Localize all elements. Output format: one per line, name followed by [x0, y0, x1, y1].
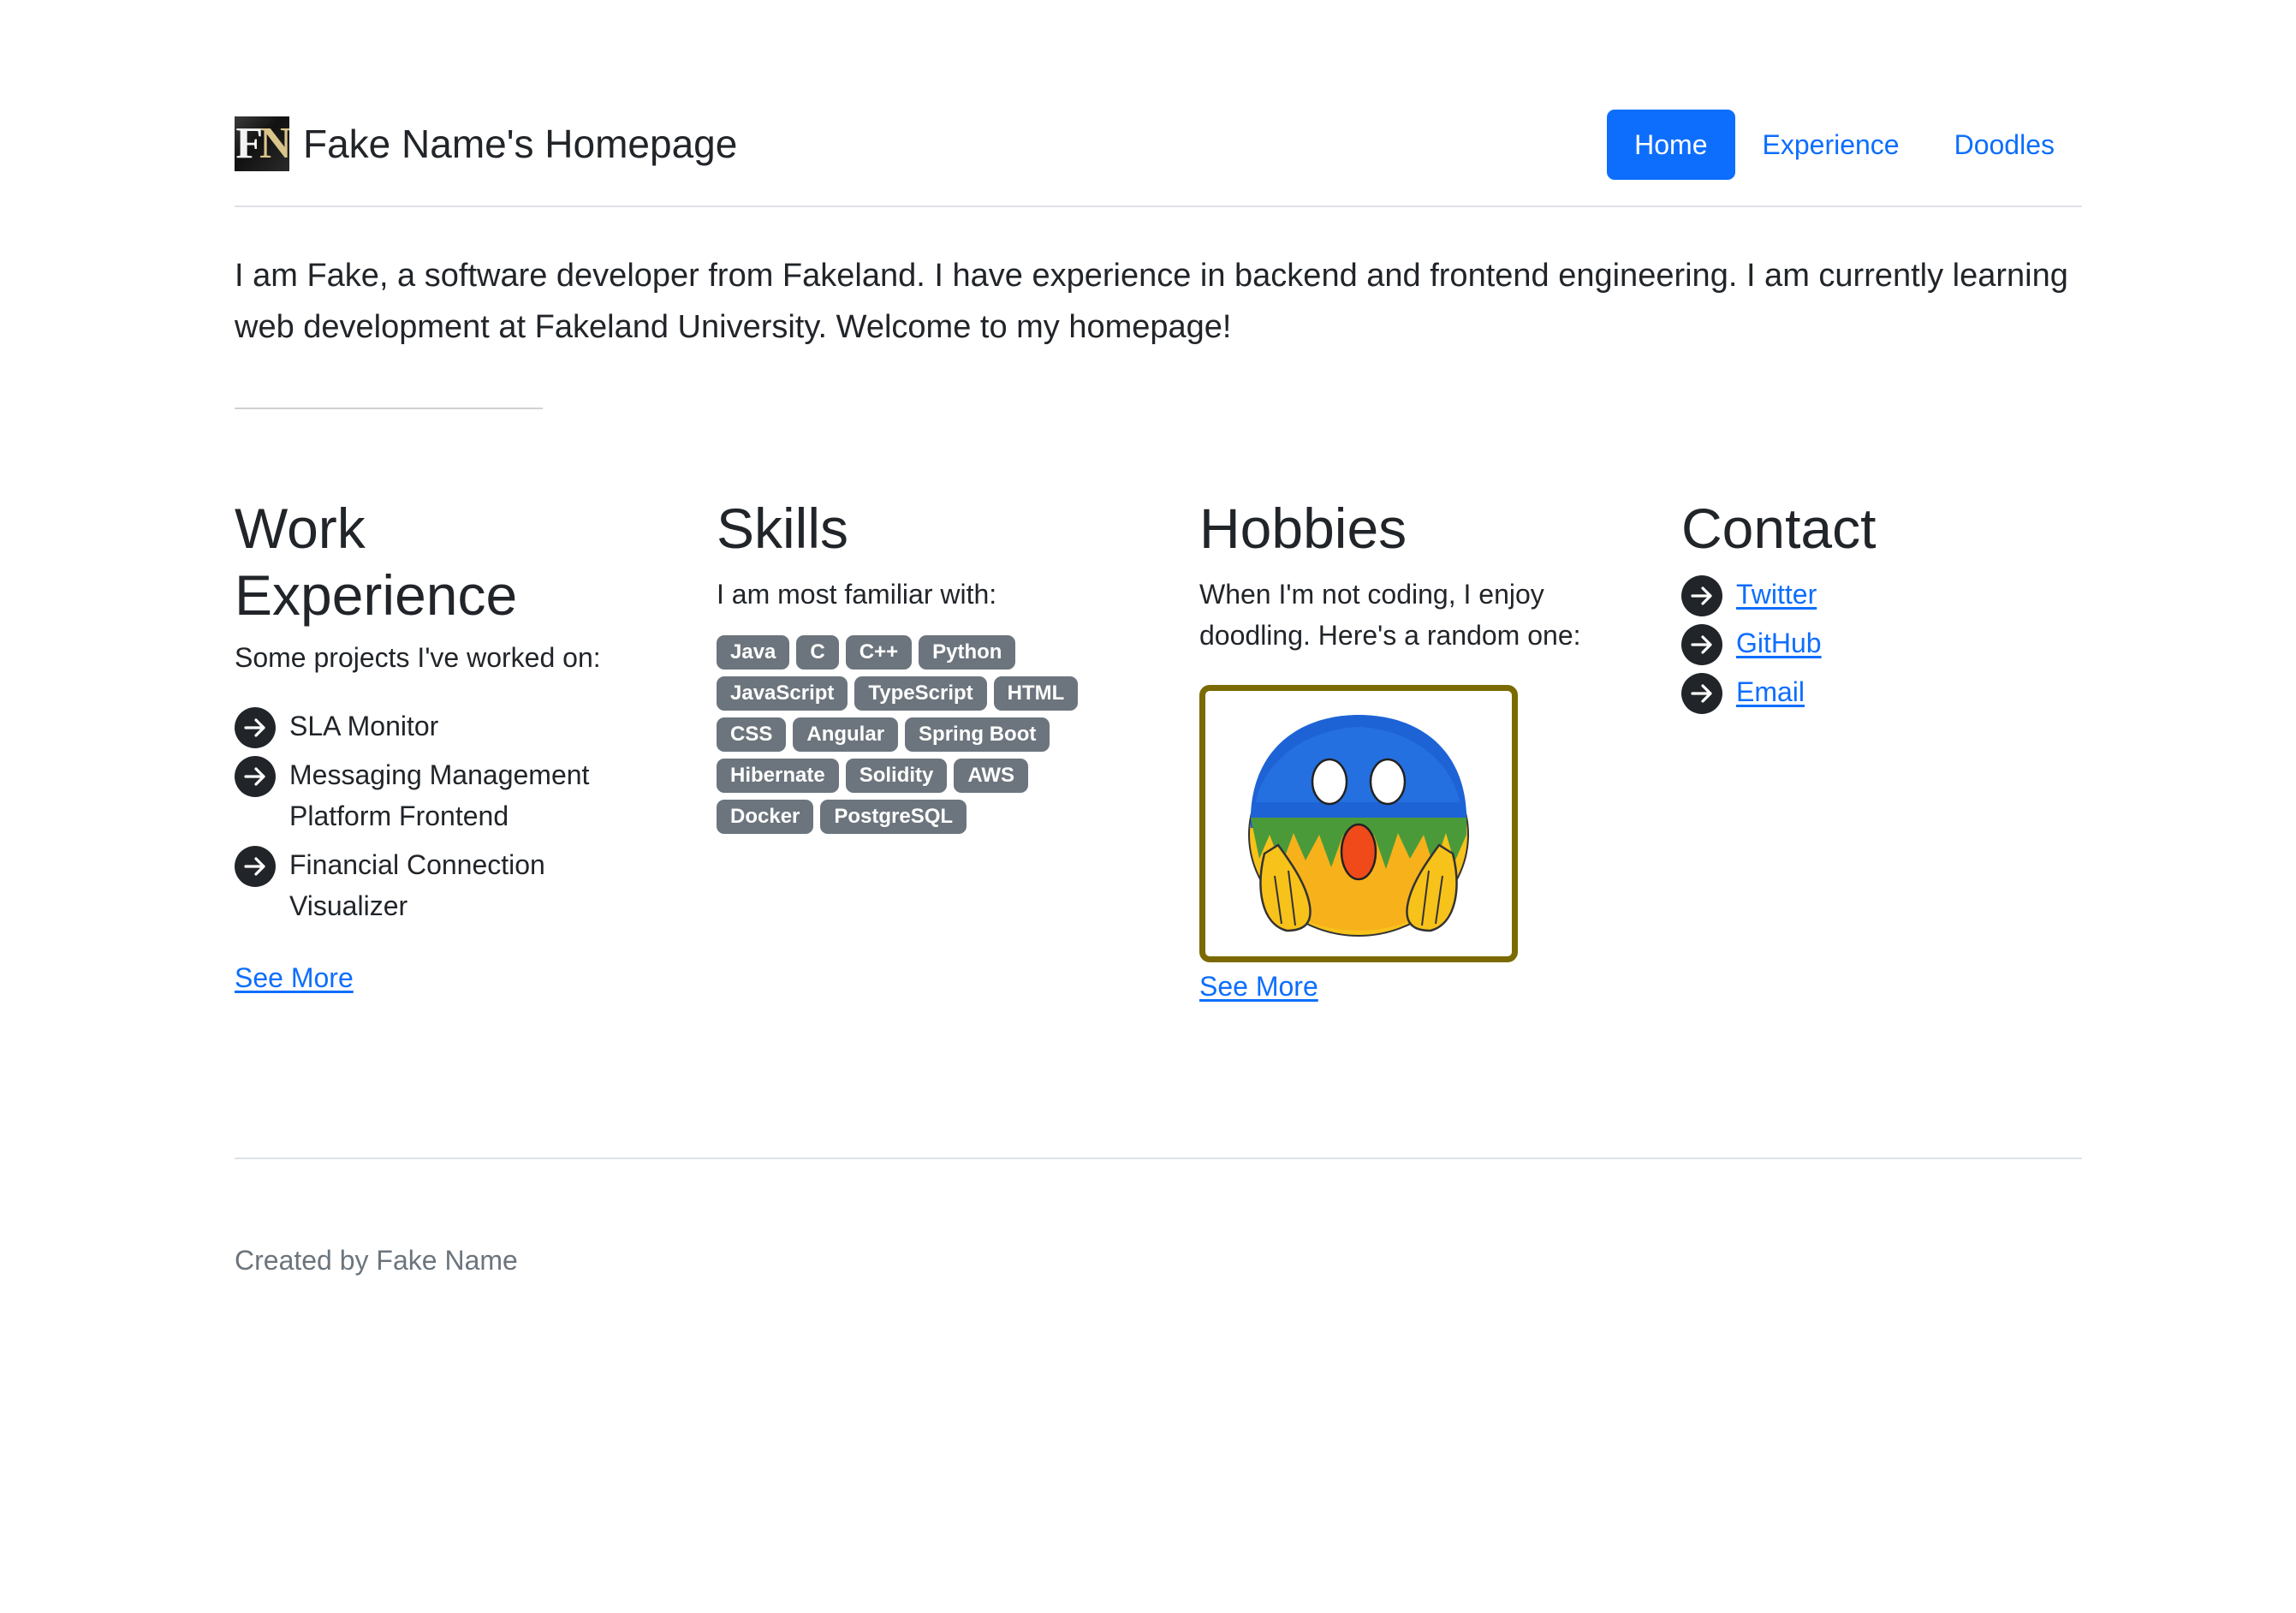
project-list: SLA Monitor Messaging Management Platfor… — [235, 705, 654, 926]
arrow-right-circle-icon — [235, 756, 276, 797]
project-label: SLA Monitor — [289, 711, 439, 741]
skill-badge: TypeScript — [854, 676, 987, 711]
contact-heading: Contact — [1681, 497, 1877, 560]
work-see-more-link[interactable]: See More — [235, 957, 354, 998]
fn-logo-icon: FN — [235, 116, 289, 171]
skills-section: Skills I am most familiar with: Java C C… — [717, 495, 1136, 834]
project-label: Financial Connection Visualizer — [289, 849, 545, 921]
work-subtitle: Some projects I've worked on: — [235, 642, 601, 673]
skills-subtitle: I am most familiar with: — [717, 579, 997, 610]
hobbies-see-more-link[interactable]: See More — [1199, 966, 1619, 1007]
hobbies-heading: Hobbies — [1199, 497, 1407, 560]
skill-badge: AWS — [954, 759, 1029, 793]
site-title: Fake Name's Homepage — [303, 122, 738, 166]
arrow-right-circle-icon — [1681, 673, 1722, 714]
hobbies-subtitle: When I'm not coding, I enjoy doodling. H… — [1199, 579, 1581, 651]
twitter-link[interactable]: Twitter — [1736, 579, 1817, 610]
site-header: FN Fake Name's Homepage Home Experience … — [235, 110, 2082, 207]
intro-divider — [235, 408, 543, 409]
contact-section: Contact Twitter GitHub Email — [1681, 495, 2101, 720]
footer-divider — [235, 1158, 2082, 1159]
contact-list: Twitter GitHub Email — [1681, 574, 2101, 714]
work-experience-section: Work Experience Some projects I've worke… — [235, 495, 654, 993]
skill-badges: Java C C++ Python JavaScript TypeScript … — [717, 635, 1119, 834]
screaming-face-doodle-icon — [1248, 715, 1469, 937]
list-item: SLA Monitor — [235, 705, 654, 748]
skill-badge: PostgreSQL — [820, 800, 967, 834]
list-item: Financial Connection Visualizer — [235, 844, 654, 926]
intro-text: I am Fake, a software developer from Fak… — [235, 258, 2068, 345]
skill-badge: CSS — [717, 717, 787, 752]
skill-badge: Spring Boot — [905, 717, 1050, 752]
skill-badge: Angular — [793, 717, 899, 752]
project-label: Messaging Management Platform Frontend — [289, 759, 590, 831]
nav-home[interactable]: Home — [1607, 110, 1735, 180]
brand-link[interactable]: FN Fake Name's Homepage — [235, 116, 737, 171]
skill-badge: Python — [919, 635, 1016, 670]
hobbies-section: Hobbies When I'm not coding, I enjoy doo… — [1199, 495, 1619, 1007]
skill-badge: C++ — [845, 635, 913, 670]
list-item: GitHub — [1681, 622, 2101, 665]
list-item: Messaging Management Platform Frontend — [235, 754, 654, 836]
nav-experience[interactable]: Experience — [1735, 110, 1927, 180]
skill-badge: Solidity — [845, 759, 948, 793]
work-heading: Work Experience — [235, 497, 518, 627]
arrow-right-circle-icon — [235, 707, 276, 748]
list-item: Email — [1681, 671, 2101, 714]
github-link[interactable]: GitHub — [1736, 628, 1822, 658]
skill-badge: C — [796, 635, 839, 670]
skill-badge: Docker — [717, 800, 814, 834]
arrow-right-circle-icon — [1681, 624, 1722, 665]
skills-heading: Skills — [717, 497, 849, 560]
main-nav: Home Experience Doodles — [1607, 110, 2082, 180]
list-item: Twitter — [1681, 574, 2101, 616]
skill-badge: Java — [717, 635, 790, 670]
skill-badge: JavaScript — [717, 676, 848, 711]
doodle-image[interactable] — [1199, 685, 1518, 962]
footer-credit: Created by Fake Name — [235, 1245, 518, 1276]
nav-doodles[interactable]: Doodles — [1927, 110, 2082, 180]
arrow-right-circle-icon — [1681, 575, 1722, 616]
arrow-right-circle-icon — [235, 846, 276, 887]
email-link[interactable]: Email — [1736, 676, 1805, 707]
skill-badge: HTML — [993, 676, 1079, 711]
skill-badge: Hibernate — [717, 759, 839, 793]
